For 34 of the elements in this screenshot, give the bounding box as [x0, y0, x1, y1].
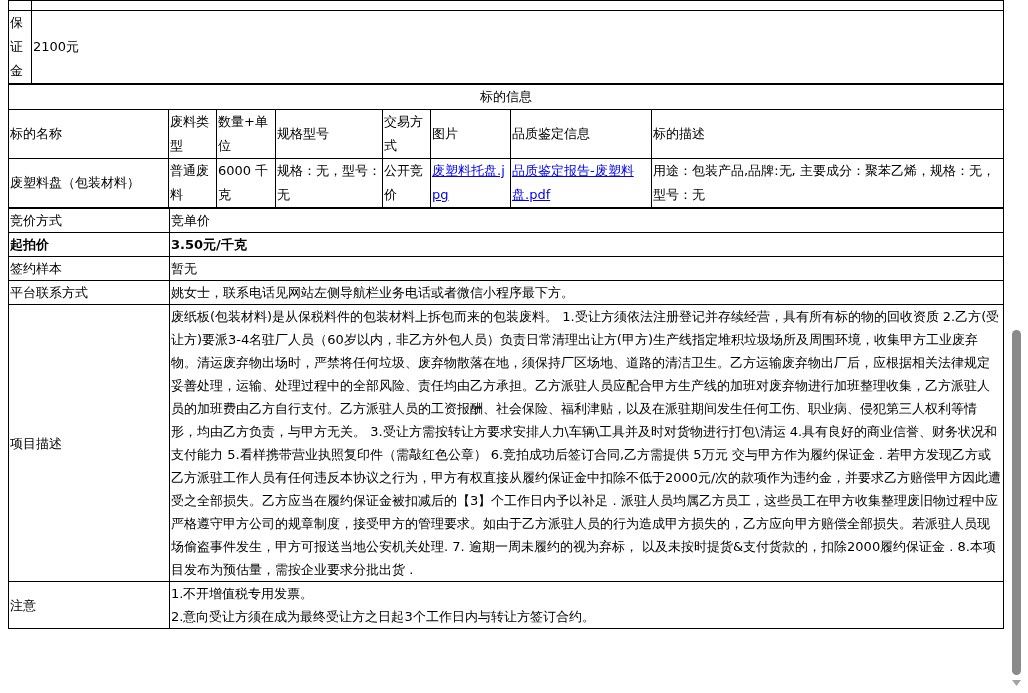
table-cell: 用途：包装产品,品牌:无, 主要成分：聚苯乙烯，规格：无，型号：无 — [651, 158, 1004, 208]
file-link[interactable]: 品质鉴定报告-废塑料盘.pdf — [512, 159, 650, 207]
scroll-down-icon[interactable] — [1011, 680, 1021, 686]
scrollbar-thumb[interactable] — [1011, 330, 1021, 675]
note-line: 1.不开增值税专用发票。 — [171, 585, 315, 603]
column-header: 图片 — [430, 109, 511, 159]
table-cell: 公开竞价 — [382, 158, 431, 208]
section-title: 标的信息 — [8, 84, 1004, 110]
deposit-label: 保证金 — [10, 14, 23, 80]
field-value: 姚女士，联系电话见网站左侧导航栏业务电话或者微信小程序最下方。 — [169, 280, 1004, 305]
field-value: 暂无 — [169, 256, 1004, 281]
column-header: 规格型号 — [275, 109, 383, 159]
file-link[interactable]: 废塑料托盘.jpg — [432, 159, 509, 207]
field-value: 3.50元/千克 — [169, 232, 1004, 257]
table-cell: 废塑料盘（包装材料） — [8, 158, 169, 208]
deposit-value: 2100元 — [31, 10, 1004, 84]
column-header: 标的名称 — [8, 109, 169, 159]
field-label: 起拍价 — [8, 232, 170, 257]
table-cell: 规格：无，型号：无 — [275, 158, 383, 208]
field-label: 项目描述 — [8, 304, 170, 582]
field-value: 废纸板(包装材料)是从保税料件的包装材料上拆包而来的包装废料。 1.受让方须依法注册登记并存续经营，具有所有标的物的回收资质 2.乙方(受让方)要派3-4名驻厂人员（60岁以内，非乙方外包人员）负责日常清理出让方(甲方)生产线指定堆积垃圾场所及周围环境，收集甲方工业废弃物。清运废弃物出场时，严禁将任何垃圾、废弃物散落在地，须保持厂区场地、道路的清洁卫生。乙方运输废弃物出厂后，应根据相关法律规定妥善处理，运输、处理过程中的全部风险、责任均由乙方承担。乙方派驻人员应配合甲方生产线的加班对废弃物进行加班整理收集，乙方派驻人员的加班费由乙方自行支付。乙方派驻人员的工资报酬、社会保险、福利津贴，以及在派驻期间发生任何工伤、职业病、侵犯第三人权利等情形，均由乙方负责，与甲方无关。 3.受让方需按转让方要求安排人力\车辆\工具并及时对货物进行打包\清运 4.具有良好的商业信誉、财务状况和支付能力 5.看样携带营业执照复印件（需敲红色公章） 6.竞拍成功后签订合同,乙方需提供 5万元 交与甲方作为履约保证金 . 若甲方发现乙方或乙方派驻工作人员有任何违反本协议之行为，甲方有权直接从履约保证金中扣除不低于2000元/次的款项作为违约金，并要求乙方赔偿甲方因此遭受之全部损失。乙方应当在履约保证金被扣减后的【3】个工作日内予以补足 . 派驻人员均属乙方员工，这些员工在甲方收集整理废旧物过程中应严格遵守甲方公司的规章制度，接受甲方的管理要求。如由于乙方派驻人员的行为造成甲方损失的，乙方应向甲方赔偿全部损失。若派驻人员现场偷盗事件发生，甲方可报送当地公安机关处理. 7. 逾期一周未履约的视为弃标， 以及未按时提货&支付货款的，扣除2000履约保证金 . 8.本项目发布为预估量，需按企业要求分批出货 . — [169, 304, 1004, 582]
column-header: 标的描述 — [651, 109, 1004, 159]
column-header: 废料类型 — [168, 109, 217, 159]
column-header: 品质鉴定信息 — [510, 109, 652, 159]
field-label: 签约样本 — [8, 256, 170, 281]
field-label: 注意 — [8, 581, 170, 629]
field-label: 平台联系方式 — [8, 280, 170, 305]
table-cell: 6000 千克 — [216, 158, 276, 208]
column-header: 数量+单位 — [216, 109, 276, 159]
field-label: 竞价方式 — [8, 208, 170, 233]
table-cell: 普通废料 — [168, 158, 217, 208]
field-value: 竞单价 — [169, 208, 1004, 233]
note-line: 2.意向受让方须在成为最终受让方之日起3个工作日内与转让方签订合约。 — [171, 608, 596, 626]
column-header: 交易方式 — [382, 109, 431, 159]
